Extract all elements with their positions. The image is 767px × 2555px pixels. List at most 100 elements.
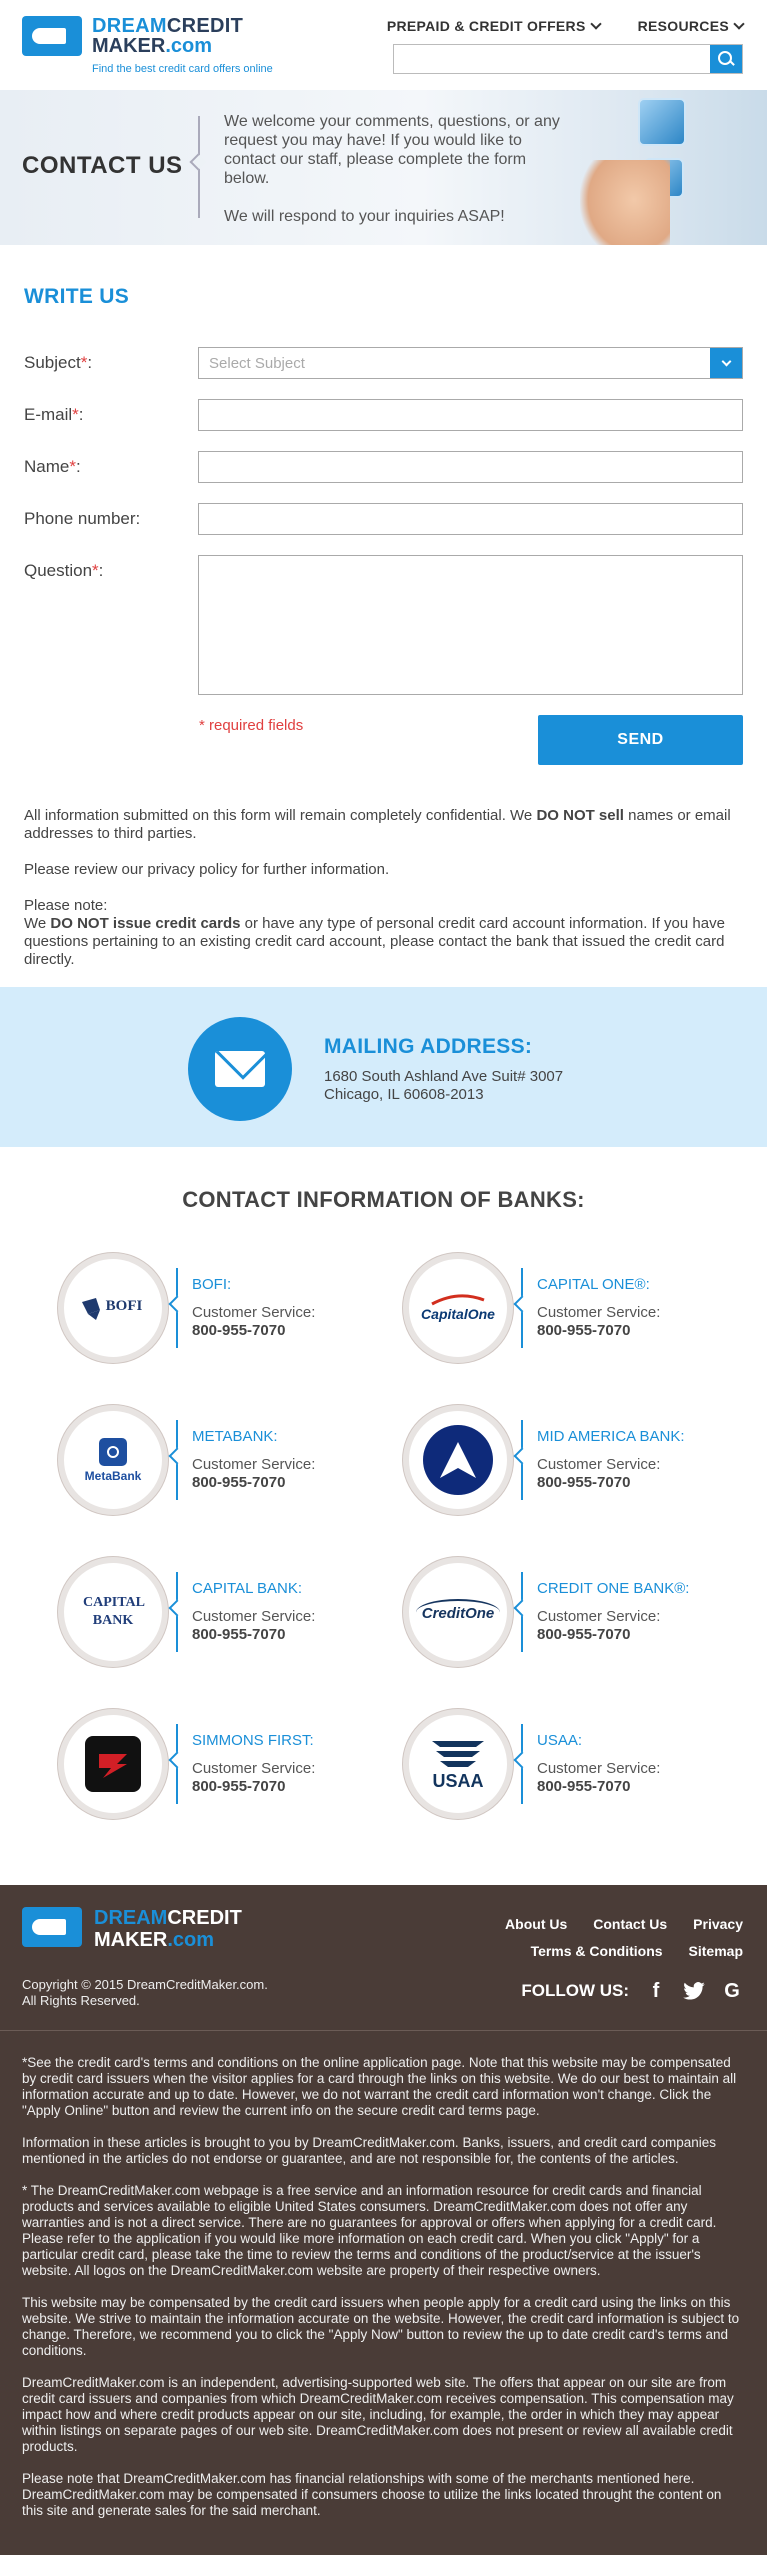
touching-hand-image — [580, 160, 670, 245]
bank-logo-mark: CAPITAL BANK — [83, 1595, 145, 1628]
customer-service-label: Customer Service: — [537, 1760, 661, 1777]
nav-resources[interactable]: RESOURCES — [638, 18, 745, 34]
disclaimer-paragraph: This website may be compensated by the c… — [22, 2295, 740, 2358]
bank-logo — [403, 1405, 513, 1515]
hero-intro: We welcome your comments, questions, or … — [224, 113, 560, 225]
mailing-title: MAILING ADDRESS: — [324, 1035, 533, 1058]
google-icon[interactable]: G — [721, 1980, 743, 2002]
write-us-title: WRITE US — [24, 285, 130, 308]
bank-phone: 800-955-7070 — [537, 1626, 631, 1643]
follow-us: FOLLOW US: f G — [521, 1980, 743, 2002]
nav-prepaid-credit-offers[interactable]: PREPAID & CREDIT OFFERS — [387, 18, 602, 34]
customer-service-label: Customer Service: — [192, 1608, 316, 1625]
bank-phone: 800-955-7070 — [537, 1474, 631, 1491]
question-textarea[interactable] — [198, 555, 743, 695]
footer-link-contact[interactable]: Contact Us — [593, 1916, 667, 1932]
bank-logo-mark: CreditOne — [415, 1598, 501, 1626]
logo-tagline: Find the best credit card offers online — [92, 63, 273, 75]
customer-service-label: Customer Service: — [537, 1304, 661, 1321]
required-fields-note: * required fields — [199, 717, 304, 734]
disclaimers: *See the credit card's terms and conditi… — [0, 2031, 767, 2519]
bank-logo-mark — [423, 1425, 493, 1495]
bank-logo: BOFI — [58, 1253, 168, 1363]
customer-service-label: Customer Service: — [192, 1456, 316, 1473]
banks-grid: BOFI BOFI: Customer Service: 800-955-7070 Ca… — [58, 1253, 767, 1819]
bank-name: METABANK: — [192, 1428, 278, 1445]
privacy-notes: All information submitted on this form w… — [24, 807, 731, 968]
facebook-icon[interactable]: f — [645, 1980, 667, 2002]
footer-links: About Us Contact Us Privacy Terms & Condit… — [443, 1911, 743, 1965]
email-field[interactable] — [198, 399, 743, 431]
contact-form: Subject*: Select Subject E-mail*: Name*:… — [24, 347, 743, 765]
bank-card: BOFI BOFI: Customer Service: 800-955-7070 — [58, 1253, 403, 1363]
footer-link-privacy[interactable]: Privacy — [693, 1916, 743, 1932]
bank-phone: 800-955-7070 — [192, 1626, 286, 1643]
site-footer: DREAMCREDIT MAKER.com Copyright © 2015 D… — [0, 1885, 767, 2555]
customer-service-label: Customer Service: — [192, 1760, 316, 1777]
bank-logo: MetaBank — [58, 1405, 168, 1515]
disclaimer-paragraph: *See the credit card's terms and conditi… — [22, 2055, 737, 2118]
disclaimer-paragraph: * The DreamCreditMaker.com webpage is a … — [22, 2183, 717, 2278]
footer-link-about[interactable]: About Us — [505, 1916, 567, 1932]
bank-card: MID AMERICA BANK: Customer Service: 800-95… — [403, 1405, 748, 1515]
footer-link-terms[interactable]: Terms & Conditions — [531, 1943, 663, 1959]
main-nav: PREPAID & CREDIT OFFERS RESOURCES — [387, 18, 745, 34]
bank-name: CAPITAL ONE®: — [537, 1276, 650, 1293]
phone-label: Phone number: — [24, 509, 141, 528]
search-input[interactable] — [394, 45, 710, 73]
bank-phone: 800-955-7070 — [192, 1474, 286, 1491]
name-label: Name*: — [24, 457, 81, 476]
twitter-icon[interactable] — [683, 1980, 705, 2002]
bank-logo: CreditOne — [403, 1557, 513, 1667]
site-logo[interactable]: DREAMCREDIT MAKER.com Find the best cred… — [22, 16, 273, 79]
banks-title: CONTACT INFORMATION OF BANKS: — [182, 1187, 585, 1212]
footer-logo[interactable]: DREAMCREDIT MAKER.com — [22, 1907, 242, 1951]
bank-logo-mark: CapitalOne — [421, 1294, 495, 1322]
bank-logo-mark: USAA — [428, 1737, 488, 1792]
site-header: DREAMCREDIT MAKER.com Find the best cred… — [0, 0, 767, 90]
phone-row: Phone number: — [24, 503, 743, 535]
subject-row: Subject*: Select Subject — [24, 347, 743, 379]
name-row: Name*: — [24, 451, 743, 483]
name-field[interactable] — [198, 451, 743, 483]
bank-name: CREDIT ONE BANK®: — [537, 1580, 690, 1597]
mailing-address: 1680 South Ashland Ave Suit# 3007 Chicag… — [324, 1068, 564, 1103]
contact-hero: CONTACT US We welcome your comments, que… — [0, 90, 767, 245]
bank-logo-mark: BOFI — [78, 1288, 148, 1328]
disclaimer-paragraph: DreamCreditMaker.com is an independent, … — [22, 2375, 734, 2454]
bank-logo: CAPITAL BANK — [58, 1557, 168, 1667]
send-button[interactable]: SEND — [538, 715, 743, 765]
envelope-icon — [188, 1017, 292, 1121]
email-label: E-mail*: — [24, 405, 84, 424]
phone-field[interactable] — [198, 503, 743, 535]
bank-card: CreditOne CREDIT ONE BANK®: Customer Servi… — [403, 1557, 748, 1667]
bank-logo: CapitalOne — [403, 1253, 513, 1363]
bank-card: USAA USAA: Customer Service: 800-955-7070 — [403, 1709, 748, 1819]
bank-logo-mark — [85, 1736, 141, 1792]
customer-service-label: Customer Service: — [192, 1304, 316, 1321]
email-row: E-mail*: — [24, 399, 743, 431]
bank-name: CAPITAL BANK: — [192, 1580, 303, 1597]
bank-card: MetaBank METABANK: Customer Service: 800-95… — [58, 1405, 403, 1515]
search-bar — [393, 44, 743, 74]
bank-card: CapitalOne CAPITAL ONE®: Customer Service:… — [403, 1253, 748, 1363]
bank-name: USAA: — [537, 1732, 583, 1749]
question-row: Question*: — [24, 555, 743, 695]
mailing-address-section: MAILING ADDRESS: 1680 South Ashland Ave … — [0, 987, 767, 1147]
bank-phone: 800-955-7070 — [537, 1778, 631, 1795]
bank-name: SIMMONS FIRST: — [192, 1732, 314, 1749]
footer-link-sitemap[interactable]: Sitemap — [689, 1943, 743, 1959]
search-icon[interactable] — [710, 45, 742, 73]
bank-phone: 800-955-7070 — [192, 1322, 286, 1339]
bank-name: MID AMERICA BANK: — [537, 1428, 685, 1445]
subject-select[interactable]: Select Subject — [198, 347, 743, 379]
subject-label: Subject*: — [24, 353, 93, 372]
email-icon — [638, 98, 686, 146]
bank-phone: 800-955-7070 — [537, 1322, 631, 1339]
customer-service-label: Customer Service: — [537, 1456, 661, 1473]
bank-card: SIMMONS FIRST: Customer Service: 800-955-7… — [58, 1709, 403, 1819]
chevron-down-icon — [721, 356, 731, 366]
copyright: Copyright © 2015 DreamCreditMaker.com. A… — [22, 1977, 268, 2008]
bank-logo — [58, 1709, 168, 1819]
bank-phone: 800-955-7070 — [192, 1778, 286, 1795]
